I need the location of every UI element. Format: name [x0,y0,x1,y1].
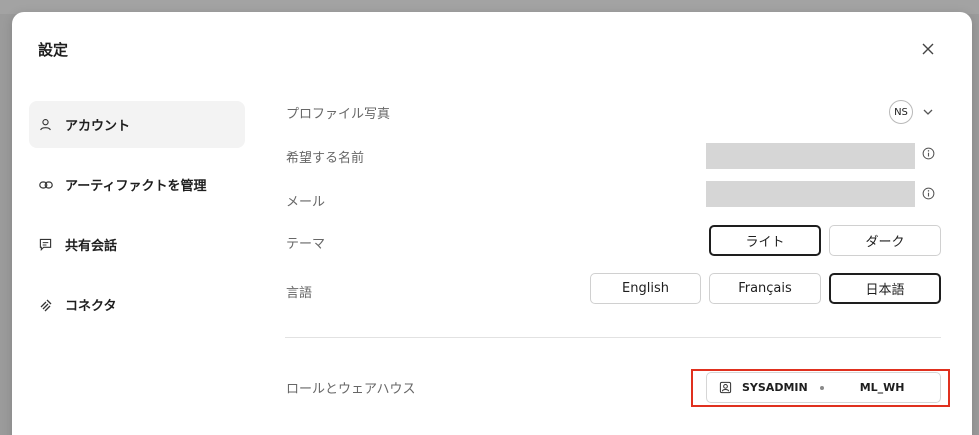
settings-sidebar: アカウント アーティファクトを管理 共有会話 コネクタ [29,101,245,341]
link-icon [39,178,53,192]
sidebar-item-label: アーティファクトを管理 [65,179,207,194]
sidebar-item-account[interactable]: アカウント [29,101,245,148]
separator-dot [819,385,824,390]
role-warehouse-label: ロールとウェアハウス [286,382,416,397]
avatar[interactable]: NS [889,100,913,124]
preferred-name-label: 希望する名前 [286,151,365,166]
user-icon [39,118,53,132]
warehouse-name: ML_WH [859,381,905,394]
language-japanese-button[interactable]: 日本語 [829,273,941,304]
email-label: メール [286,195,326,210]
theme-dark-button[interactable]: ダーク [829,225,941,256]
role-icon [719,381,732,394]
info-icon[interactable] [922,147,935,160]
close-icon [922,43,934,55]
connector-icon [39,298,53,312]
close-button[interactable] [918,39,938,59]
sidebar-item-label: コネクタ [65,299,117,314]
dialog-title: 設定 [38,41,69,59]
chat-icon [39,238,53,252]
settings-dialog: 設定 アカウント アーティファクトを管理 共有会話 コネクタ プロファイル写真 … [12,12,972,435]
language-english-button[interactable]: English [590,273,701,304]
sidebar-item-shared-chats[interactable]: 共有会話 [29,221,245,268]
profile-photo-label: プロファイル写真 [286,107,391,122]
language-label: 言語 [286,286,313,301]
sidebar-item-manage-artifacts[interactable]: アーティファクトを管理 [29,161,245,208]
preferred-name-field[interactable] [706,143,915,169]
role-warehouse-selector[interactable]: SYSADMIN ML_WH [706,372,941,403]
sidebar-item-connectors[interactable]: コネクタ [29,281,245,328]
theme-light-button[interactable]: ライト [709,225,821,256]
language-french-button[interactable]: Français [709,273,821,304]
sidebar-item-label: アカウント [65,119,131,134]
sidebar-item-label: 共有会話 [65,239,118,254]
role-name: SYSADMIN [742,381,808,394]
email-field[interactable] [706,181,915,207]
chevron-down-icon[interactable] [922,106,934,118]
info-icon[interactable] [922,187,935,200]
section-divider [285,337,941,338]
theme-label: テーマ [286,237,326,252]
